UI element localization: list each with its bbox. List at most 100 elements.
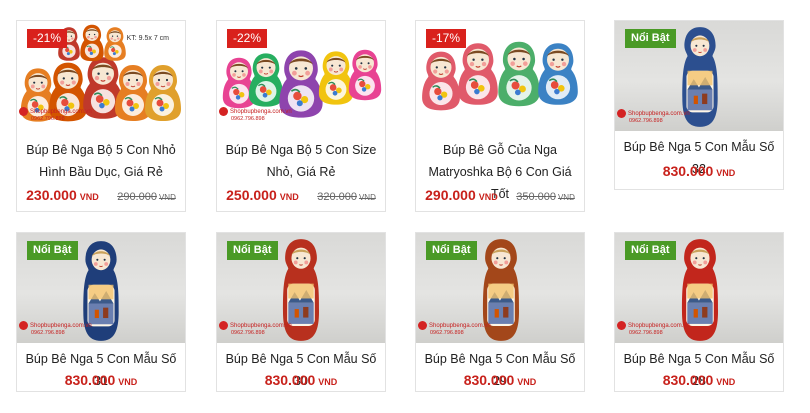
size-note: KT: 9.5x 7 cm (126, 35, 169, 42)
sale-price-value: 830.000 (662, 163, 714, 179)
product-image[interactable]: Nổi Bật Shopbupbenga.com.vn 0962.796.898 (17, 233, 185, 343)
product-card[interactable]: Nổi Bật Shopbupbenga.com.vn 0962.796.898… (16, 232, 186, 392)
product-title-line1[interactable]: Búp Bê Gỗ Của Nga (422, 139, 578, 161)
watermark: Shopbupbenga.com.vn 0962.796.898 (219, 107, 292, 122)
product-image[interactable]: Nổi Bật Shopbupbenga.com.vn 0962.796.898 (615, 21, 783, 131)
product-title[interactable]: Búp Bê Nga Bộ 5 Con Nhỏ Hình Bầu Dục, Gi… (23, 139, 179, 183)
product-title-line1[interactable]: Búp Bê Nga Bộ 5 Con Size (223, 139, 379, 161)
product-card[interactable]: Nổi Bật Shopbupbenga.com.vn 0962.796.898… (216, 232, 386, 392)
price-row: 830.000 VND (217, 372, 385, 390)
old-price: 350.000 VND (516, 191, 575, 203)
watermark: Shopbupbenga.com.vn 0962.796.898 (219, 321, 292, 336)
featured-badge: Nổi Bật (625, 29, 676, 48)
sale-price: 830.000 VND (265, 372, 338, 388)
product-card[interactable]: -21% KT: 9.5x 7 cm Shopbupbenga.com.vn 0… (16, 20, 186, 212)
sale-price-value: 290.000 (425, 187, 476, 203)
featured-badge: Nổi Bật (625, 241, 676, 260)
sale-price-value: 250.000 (226, 187, 277, 203)
sale-price: 830.000 VND (464, 372, 537, 388)
currency: VND (118, 377, 138, 387)
currency: VND (478, 192, 498, 202)
watermark-site: Shopbupbenga.com.vn (628, 111, 690, 118)
product-card[interactable]: -17% Búp Bê Gỗ Của Nga Matryoshka Bộ 6 C… (415, 20, 585, 212)
price-row: 830.000 VND (615, 163, 783, 181)
sale-price-value: 830.000 (264, 372, 316, 388)
sale-price-value: 830.000 (463, 372, 515, 388)
discount-badge: -22% (227, 29, 268, 48)
product-image[interactable]: -17% (416, 21, 584, 139)
watermark: Shopbupbenga.com.vn 0962.796.898 (617, 321, 690, 336)
discount-badge: -17% (426, 29, 467, 48)
product-image[interactable]: Nổi Bật Shopbupbenga.com.vn 0962.796.898 (217, 233, 385, 343)
price-row: 290.000 VND 350.000 VND (416, 187, 584, 205)
watermark-site: Shopbupbenga.com.vn (230, 109, 292, 116)
watermark-phone: 0962.796.898 (231, 116, 265, 122)
product-image[interactable]: -21% KT: 9.5x 7 cm Shopbupbenga.com.vn 0… (17, 21, 185, 139)
old-price-value: 320.000 (317, 191, 357, 203)
shop-logo-icon (219, 107, 228, 116)
currency: VND (158, 193, 176, 202)
watermark-phone: 0962.796.898 (629, 330, 663, 336)
product-card[interactable]: -22% Shopbupbenga.com.vn 0962.796.898 Bú… (216, 20, 386, 212)
watermark-phone: 0962.796.898 (430, 330, 464, 336)
product-image[interactable]: -22% Shopbupbenga.com.vn 0962.796.898 (217, 21, 385, 139)
sale-price: 290.000 VND (425, 187, 498, 203)
watermark-site: Shopbupbenga.com.vn (30, 109, 92, 116)
discount-badge: -21% (27, 29, 68, 48)
shop-logo-icon (19, 321, 28, 330)
sale-price: 830.000 VND (65, 372, 138, 388)
old-price: 320.000 VND (317, 191, 376, 203)
featured-badge: Nổi Bật (227, 241, 278, 260)
currency: VND (716, 168, 736, 178)
product-title-line2[interactable]: Hình Bầu Dục, Giá Rẻ (23, 161, 179, 183)
product-card[interactable]: Nổi Bật Shopbupbenga.com.vn 0962.796.898… (614, 232, 784, 392)
sale-price-value: 230.000 (26, 187, 77, 203)
watermark-phone: 0962.796.898 (231, 330, 265, 336)
product-image[interactable]: Nổi Bật Shopbupbenga.com.vn 0962.796.898 (416, 233, 584, 343)
product-card[interactable]: Nổi Bật Shopbupbenga.com.vn 0962.796.898… (614, 20, 784, 190)
watermark-site: Shopbupbenga.com.vn (429, 323, 491, 330)
sale-price: 830.000 VND (663, 372, 736, 388)
currency: VND (79, 192, 99, 202)
product-title[interactable]: Búp Bê Nga Bộ 5 Con Size Nhỏ, Giá Rẻ (223, 139, 379, 183)
currency: VND (318, 377, 338, 387)
currency: VND (358, 193, 376, 202)
currency: VND (557, 193, 575, 202)
product-title-line1[interactable]: Búp Bê Nga Bộ 5 Con Nhỏ (23, 139, 179, 161)
product-card[interactable]: Nổi Bật Shopbupbenga.com.vn 0962.796.898… (415, 232, 585, 392)
price-row: 830.000 VND (416, 372, 584, 390)
old-price: 290.000 VND (117, 191, 176, 203)
sale-price-value: 830.000 (662, 372, 714, 388)
watermark-phone: 0962.796.898 (31, 330, 65, 336)
watermark: Shopbupbenga.com.vn 0962.796.898 (19, 321, 92, 336)
old-price-value: 290.000 (117, 191, 157, 203)
sale-price: 830.000 VND (663, 163, 736, 179)
sale-price: 230.000 VND (26, 187, 99, 203)
watermark-phone: 0962.796.898 (629, 118, 663, 124)
shop-logo-icon (219, 321, 228, 330)
watermark: Shopbupbenga.com.vn 0962.796.898 (617, 109, 690, 124)
watermark-site: Shopbupbenga.com.vn (30, 323, 92, 330)
shop-logo-icon (418, 321, 427, 330)
currency: VND (517, 377, 537, 387)
sale-price-value: 830.000 (64, 372, 116, 388)
price-row: 830.000 VND (17, 372, 185, 390)
watermark: Shopbupbenga.com.vn 0962.796.898 (19, 107, 92, 122)
shop-logo-icon (617, 109, 626, 118)
featured-badge: Nổi Bật (27, 241, 78, 260)
watermark: Shopbupbenga.com.vn 0962.796.898 (418, 321, 491, 336)
price-row: 230.000 VND 290.000 VND (17, 187, 185, 205)
old-price-value: 350.000 (516, 191, 556, 203)
watermark-site: Shopbupbenga.com.vn (628, 323, 690, 330)
product-image[interactable]: Nổi Bật Shopbupbenga.com.vn 0962.796.898 (615, 233, 783, 343)
shop-logo-icon (19, 107, 28, 116)
featured-badge: Nổi Bật (426, 241, 477, 260)
price-row: 250.000 VND 320.000 VND (217, 187, 385, 205)
watermark-site: Shopbupbenga.com.vn (230, 323, 292, 330)
shop-logo-icon (617, 321, 626, 330)
sale-price: 250.000 VND (226, 187, 299, 203)
currency: VND (716, 377, 736, 387)
price-row: 830.000 VND (615, 372, 783, 390)
watermark-phone: 0962.796.898 (31, 116, 65, 122)
product-title-line2[interactable]: Nhỏ, Giá Rẻ (223, 161, 379, 183)
